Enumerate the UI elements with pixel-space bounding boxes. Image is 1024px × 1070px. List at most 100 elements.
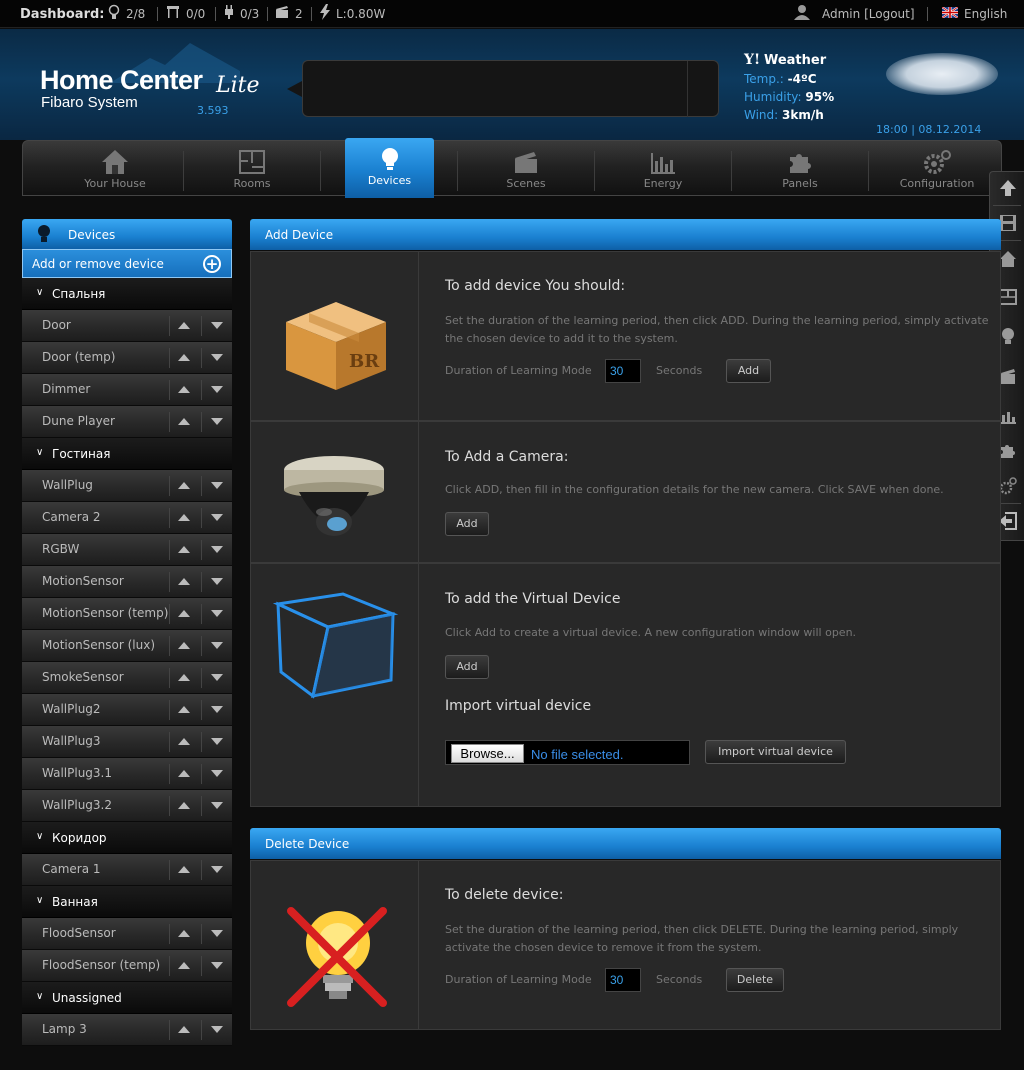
sidebar-device-item[interactable]: MotionSensor xyxy=(22,566,232,598)
sidebar-device-item[interactable]: WallPlug3 xyxy=(22,726,232,758)
user-menu[interactable]: Admin [Logout] xyxy=(794,0,915,28)
move-down-arrow-icon[interactable] xyxy=(211,418,223,425)
weather-widget[interactable]: Y! Weather Temp.: -4ºC Humidity: 95% Win… xyxy=(744,51,834,124)
move-up-arrow-icon[interactable] xyxy=(178,674,190,681)
nav-panels[interactable]: Panels xyxy=(754,141,846,196)
move-up-arrow-icon[interactable] xyxy=(178,770,190,777)
move-down-arrow-icon[interactable] xyxy=(211,354,223,361)
sidebar-device-item[interactable]: Lamp 3 xyxy=(22,1014,232,1046)
move-up-arrow-icon[interactable] xyxy=(178,642,190,649)
power-status[interactable]: L:0.80W xyxy=(320,0,385,28)
move-down-arrow-icon[interactable] xyxy=(211,770,223,777)
logout-link[interactable]: [Logout] xyxy=(864,7,914,21)
move-down-arrow-icon[interactable] xyxy=(211,930,223,937)
sidebar-device-item[interactable]: FloodSensor xyxy=(22,918,232,950)
nav-rooms[interactable]: Rooms xyxy=(206,141,298,196)
move-down-arrow-icon[interactable] xyxy=(211,674,223,681)
move-up-arrow-icon[interactable] xyxy=(178,802,190,809)
sidebar-device-item[interactable]: SmokeSensor xyxy=(22,662,232,694)
sidebar-device-item[interactable]: Camera 1 xyxy=(22,854,232,886)
move-up-arrow-icon[interactable] xyxy=(178,322,190,329)
sidebar-room[interactable]: ∨ Unassigned xyxy=(22,982,232,1014)
sidebar-device-item[interactable]: Door xyxy=(22,310,232,342)
move-up-arrow-icon[interactable] xyxy=(178,482,190,489)
scenes-status[interactable]: 2 xyxy=(275,0,303,28)
add-remove-label: Add or remove device xyxy=(32,257,164,271)
move-down-arrow-icon[interactable] xyxy=(211,802,223,809)
sidebar-device-item[interactable]: Dimmer xyxy=(22,374,232,406)
language-selector[interactable]: English xyxy=(941,0,1007,28)
sidebar-room[interactable]: ∨ Коридор xyxy=(22,822,232,854)
sidebar-device-item[interactable]: WallPlug2 xyxy=(22,694,232,726)
nav-scenes[interactable]: Scenes xyxy=(480,141,572,196)
divider xyxy=(201,508,202,528)
add-device-heading: To add device You should: xyxy=(445,278,626,294)
browse-button[interactable]: Browse... xyxy=(451,744,524,763)
move-down-arrow-icon[interactable] xyxy=(211,322,223,329)
sidebar-device-item[interactable]: WallPlug xyxy=(22,470,232,502)
notification-message-box[interactable] xyxy=(302,60,719,117)
move-down-arrow-icon[interactable] xyxy=(211,482,223,489)
move-down-arrow-icon[interactable] xyxy=(211,706,223,713)
virtual-device-instructions: Click Add to create a virtual device. A … xyxy=(445,626,857,639)
move-up-arrow-icon[interactable] xyxy=(178,386,190,393)
sidebar-device-item[interactable]: MotionSensor (temp) xyxy=(22,598,232,630)
move-down-arrow-icon[interactable] xyxy=(211,642,223,649)
clapper-icon xyxy=(275,6,289,22)
move-down-arrow-icon[interactable] xyxy=(211,546,223,553)
move-up-arrow-icon[interactable] xyxy=(178,1026,190,1033)
add-device-button[interactable]: Add xyxy=(726,359,771,383)
move-down-arrow-icon[interactable] xyxy=(211,610,223,617)
move-down-arrow-icon[interactable] xyxy=(211,386,223,393)
blinds-status[interactable]: 0/0 xyxy=(166,0,205,28)
nav-configuration[interactable]: Configuration xyxy=(891,141,983,196)
move-down-arrow-icon[interactable] xyxy=(211,738,223,745)
humidity-label: Humidity: xyxy=(744,90,802,104)
sidebar-device-item[interactable]: WallPlug3.1 xyxy=(22,758,232,790)
add-camera-button[interactable]: Add xyxy=(445,512,489,536)
move-down-arrow-icon[interactable] xyxy=(211,1026,223,1033)
move-up-arrow-icon[interactable] xyxy=(178,738,190,745)
move-up-arrow-icon[interactable] xyxy=(178,354,190,361)
delete-device-button[interactable]: Delete xyxy=(726,968,784,992)
sidebar-room[interactable]: ∨ Спальня xyxy=(22,278,232,310)
move-up-arrow-icon[interactable] xyxy=(178,610,190,617)
sidebar-device-item[interactable]: FloodSensor (temp) xyxy=(22,950,232,982)
move-up-arrow-icon[interactable] xyxy=(178,962,190,969)
move-up-arrow-icon[interactable] xyxy=(178,514,190,521)
file-input[interactable]: Browse... No file selected. xyxy=(445,740,690,765)
move-down-arrow-icon[interactable] xyxy=(211,514,223,521)
move-up-arrow-icon[interactable] xyxy=(178,866,190,873)
chevron-down-icon: ∨ xyxy=(36,895,44,906)
sidebar-room[interactable]: ∨ Ванная xyxy=(22,886,232,918)
lights-status[interactable]: 2/8 xyxy=(108,0,145,28)
nav-your-house[interactable]: Your House xyxy=(69,141,161,196)
plugs-status[interactable]: 0/3 xyxy=(224,0,259,28)
move-down-arrow-icon[interactable] xyxy=(211,962,223,969)
sidebar-device-item[interactable]: Dune Player xyxy=(22,406,232,438)
duration-input[interactable] xyxy=(605,359,641,383)
sidebar-device-item[interactable]: MotionSensor (lux) xyxy=(22,630,232,662)
sidebar-device-item[interactable]: WallPlug3.2 xyxy=(22,790,232,822)
move-up-arrow-icon[interactable] xyxy=(178,418,190,425)
move-up-arrow-icon[interactable] xyxy=(178,930,190,937)
sidebar-room[interactable]: ∨ Гостиная xyxy=(22,438,232,470)
add-remove-device-button[interactable]: Add or remove device + xyxy=(22,249,232,278)
move-down-arrow-icon[interactable] xyxy=(211,866,223,873)
move-up-arrow-icon[interactable] xyxy=(178,578,190,585)
sidebar-device-item[interactable]: Camera 2 xyxy=(22,502,232,534)
up-arrow-icon[interactable] xyxy=(994,174,1022,202)
nav-devices[interactable]: Devices xyxy=(345,138,434,198)
room-name: Unassigned xyxy=(52,991,122,1005)
add-virtual-device-button[interactable]: Add xyxy=(445,655,489,679)
sidebar-device-item[interactable]: RGBW xyxy=(22,534,232,566)
move-up-arrow-icon[interactable] xyxy=(178,706,190,713)
bulb-icon xyxy=(108,4,120,24)
bulb-icon xyxy=(381,148,398,170)
sidebar-device-item[interactable]: Door (temp) xyxy=(22,342,232,374)
move-down-arrow-icon[interactable] xyxy=(211,578,223,585)
delete-duration-input[interactable] xyxy=(605,968,641,992)
import-virtual-device-button[interactable]: Import virtual device xyxy=(705,740,846,764)
move-up-arrow-icon[interactable] xyxy=(178,546,190,553)
nav-energy[interactable]: Energy xyxy=(617,141,709,196)
